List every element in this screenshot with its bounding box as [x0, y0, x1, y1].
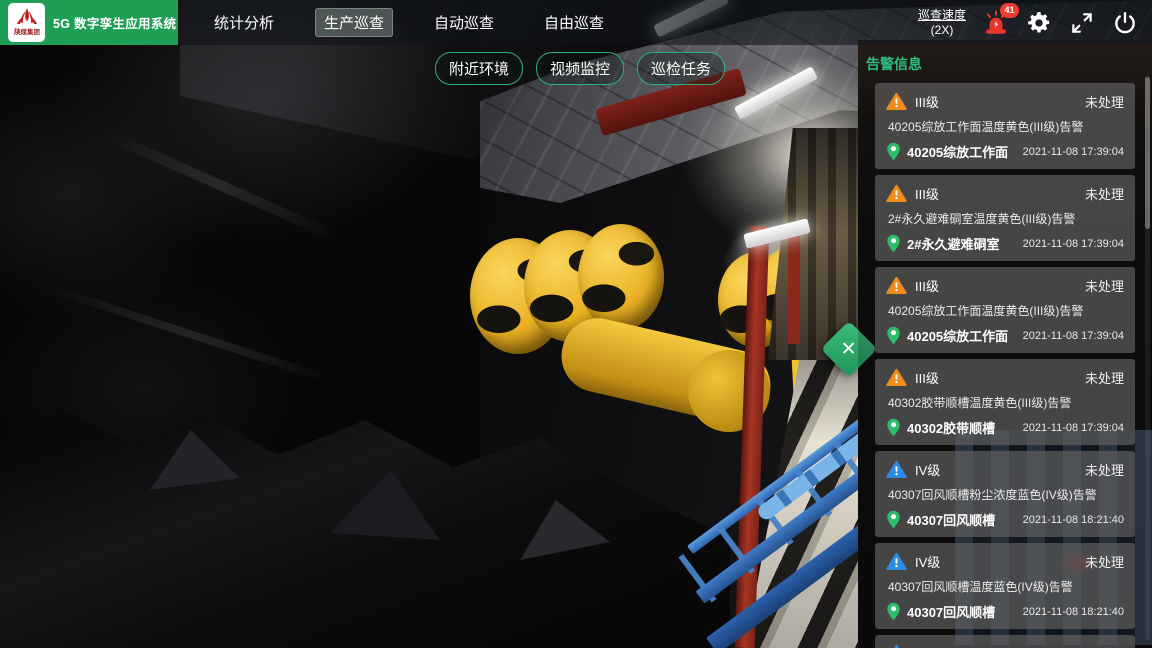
alert-status: 未处理 [1085, 184, 1124, 203]
alert-description: 40302胶带顺槽温度黄色(III级)告警 [888, 394, 1124, 411]
settings-button[interactable] [1026, 10, 1052, 36]
alert-card-header: III级 未处理 [886, 276, 1124, 295]
alert-card-header: III级 未处理 [886, 92, 1124, 111]
alert-location: 40302胶带顺槽 [907, 418, 995, 437]
location-pin-icon [886, 142, 901, 161]
alert-location: 40307回风顺槽 [907, 510, 995, 529]
power-button[interactable] [1112, 10, 1138, 36]
location-pin-icon [886, 510, 901, 529]
alert-status: 未处理 [1085, 644, 1124, 648]
warning-triangle-icon [886, 368, 907, 387]
alert-card-header: IV级 未处理 [886, 644, 1124, 648]
top-bar: 陕煤集团 5G 数字孪生应用系统 统计分析 生产巡查 自动巡查 自由巡查 巡查速度 (… [0, 0, 1152, 45]
alert-status: 未处理 [1085, 552, 1124, 571]
alert-level: IV级 [915, 552, 940, 571]
alarm-siren-button[interactable]: 41 [983, 10, 1009, 36]
power-icon [1112, 10, 1138, 36]
alert-location: 40205综放工作面 [907, 326, 1008, 345]
alert-card-header: III级 未处理 [886, 368, 1124, 387]
location-pin-icon [886, 326, 901, 345]
nav-tab-4[interactable]: 自由巡查 [535, 8, 613, 37]
alert-time: 2021-11-08 17:39:04 [1023, 146, 1124, 158]
alert-card[interactable]: IV级 未处理 40307回风顺槽温度蓝色(IV级)告警 40307回风顺槽 2… [875, 543, 1135, 629]
gear-icon [1026, 10, 1052, 36]
alert-card[interactable]: III级 未处理 40302胶带顺槽温度黄色(III级)告警 40302胶带顺槽… [875, 359, 1135, 445]
warning-triangle-icon [886, 552, 907, 571]
location-pin-icon [886, 234, 901, 253]
warning-triangle-icon [886, 644, 907, 648]
topbar-controls: 巡查速度 (2X) 41 [918, 8, 1152, 38]
alert-card-list: III级 未处理 40205综放工作面温度黄色(III级)告警 40205综放工… [875, 83, 1135, 648]
fullscreen-button[interactable] [1069, 10, 1095, 36]
alert-status: 未处理 [1085, 460, 1124, 479]
alert-card-header: IV级 未处理 [886, 460, 1124, 479]
alert-card-footer: 2#永久避难硐室 2021-11-08 17:39:04 [886, 234, 1124, 253]
alert-card-footer: 40205综放工作面 2021-11-08 17:39:04 [886, 326, 1124, 345]
nav-tab-1[interactable]: 统计分析 [205, 8, 283, 37]
alert-location: 2#永久避难硐室 [907, 234, 999, 253]
alert-location: 40205综放工作面 [907, 142, 1008, 161]
brand-block: 陕煤集团 5G 数字孪生应用系统 [0, 0, 178, 45]
alert-card-header: III级 未处理 [886, 184, 1124, 203]
alert-time: 2021-11-08 17:39:04 [1023, 330, 1124, 342]
logo-company-name: 陕煤集团 [14, 29, 40, 35]
alert-description: 2#永久避难硐室温度黄色(III级)告警 [888, 210, 1124, 227]
flame-logo-icon [15, 5, 39, 29]
patrol-speed-label: 巡查速度 [918, 8, 966, 23]
warning-triangle-icon [886, 184, 907, 203]
nav-tab-3[interactable]: 自动巡查 [425, 8, 503, 37]
alert-description: 40205综放工作面温度黄色(III级)告警 [888, 118, 1124, 135]
alert-status: 未处理 [1085, 368, 1124, 387]
scene-button-3[interactable]: 巡检任务 [637, 52, 725, 85]
alert-card[interactable]: III级 未处理 2#永久避难硐室温度黄色(III级)告警 2#永久避难硐室 2… [875, 175, 1135, 261]
alert-time: 2021-11-08 17:39:04 [1023, 422, 1124, 434]
close-icon: ✕ [841, 339, 857, 358]
alert-time: 2021-11-08 17:39:04 [1023, 238, 1124, 250]
panel-scrollbar-thumb[interactable] [1145, 77, 1150, 229]
nav-tab-2[interactable]: 生产巡查 [315, 8, 393, 37]
patrol-speed-value: (2X) [918, 23, 966, 38]
alert-level: III级 [915, 368, 939, 387]
scene-button-2[interactable]: 视频监控 [536, 52, 624, 85]
alert-description: 40307回风顺槽粉尘浓度蓝色(IV级)告警 [888, 486, 1124, 503]
alert-card[interactable]: III级 未处理 40205综放工作面温度黄色(III级)告警 40205综放工… [875, 267, 1135, 353]
scene-button-1[interactable]: 附近环境 [435, 52, 523, 85]
alert-panel-title: 告警信息 [866, 54, 922, 74]
alert-panel: 告警信息 III级 未处理 40205综放工作面温度黄色(III级)告警 402… [858, 45, 1152, 648]
alert-level: IV级 [915, 460, 940, 479]
alert-card[interactable]: IV级 未处理 40307回风顺槽粉尘浓度蓝色(IV级)告警 40307回风顺槽… [875, 451, 1135, 537]
alert-card-footer: 40307回风顺槽 2021-11-08 18:21:40 [886, 510, 1124, 529]
alert-level: III级 [915, 92, 939, 111]
alert-location: 40307回风顺槽 [907, 602, 995, 621]
alert-card[interactable]: III级 未处理 40205综放工作面温度黄色(III级)告警 40205综放工… [875, 83, 1135, 169]
alert-level: IV级 [915, 644, 940, 648]
alert-card-footer: 40205综放工作面 2021-11-08 17:39:04 [886, 142, 1124, 161]
location-pin-icon [886, 602, 901, 621]
warning-triangle-icon [886, 276, 907, 295]
alert-status: 未处理 [1085, 276, 1124, 295]
app-title: 5G 数字孪生应用系统 [53, 13, 176, 32]
nav-tabs: 统计分析 生产巡查 自动巡查 自由巡查 [205, 8, 613, 37]
scene-action-buttons: 附近环境视频监控巡检任务 [435, 52, 725, 85]
warning-triangle-icon [886, 460, 907, 479]
alert-level: III级 [915, 276, 939, 295]
patrol-speed-button[interactable]: 巡查速度 (2X) [918, 8, 966, 38]
warning-triangle-icon [886, 92, 907, 111]
alert-card[interactable]: IV级 未处理 [875, 635, 1135, 648]
expand-icon [1069, 10, 1095, 36]
shearer-drum [578, 224, 664, 330]
red-support-post [788, 232, 800, 344]
alert-card-footer: 40302胶带顺槽 2021-11-08 17:39:04 [886, 418, 1124, 437]
alert-card-footer: 40307回风顺槽 2021-11-08 18:21:40 [886, 602, 1124, 621]
alert-description: 40307回风顺槽温度蓝色(IV级)告警 [888, 578, 1124, 595]
alarm-count-badge: 41 [1000, 3, 1019, 18]
alert-time: 2021-11-08 18:21:40 [1023, 514, 1124, 526]
alert-time: 2021-11-08 18:21:40 [1023, 606, 1124, 618]
company-logo: 陕煤集团 [8, 3, 45, 42]
alert-status: 未处理 [1085, 92, 1124, 111]
location-pin-icon [886, 418, 901, 437]
alert-description: 40205综放工作面温度黄色(III级)告警 [888, 302, 1124, 319]
alert-level: III级 [915, 184, 939, 203]
alert-card-header: IV级 未处理 [886, 552, 1124, 571]
